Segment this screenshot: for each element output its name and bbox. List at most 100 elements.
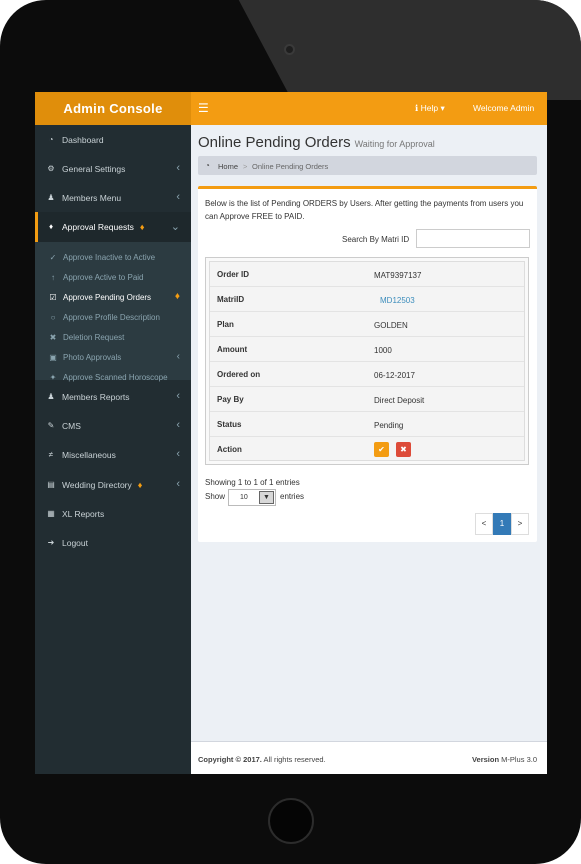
sidebar-item-label: Members Menu	[62, 193, 122, 203]
submenu-label: Approve Profile Description	[63, 313, 160, 322]
chevron-left-icon: ‹	[176, 162, 180, 174]
intro-text: Below is the list of Pending ORDERS by U…	[205, 199, 524, 221]
cogs-icon: ⚙	[47, 164, 55, 173]
times-icon: ✖	[49, 333, 57, 342]
submenu-approve-active-to-paid[interactable]: ↑ Approve Active to Paid	[35, 268, 191, 288]
sidebar-item-members-menu[interactable]: ♟ Members Menu ‹	[35, 183, 191, 212]
tablet-frame: Admin Console ☰ ℹ Help ▾ Welcome Admin ◔…	[0, 0, 581, 864]
submenu-label: Approve Inactive to Active	[63, 253, 156, 262]
file-excel-icon: ▦	[47, 509, 55, 518]
image-icon: ▣	[49, 353, 57, 362]
row-value: Direct Deposit	[374, 396, 425, 405]
notification-bell-icon: ♦	[174, 291, 180, 302]
main-content: Online Pending Orders Waiting for Approva…	[191, 125, 547, 741]
page-subtitle: Waiting for Approval	[354, 139, 435, 149]
sidebar-item-miscellaneous[interactable]: ≠ Miscellaneous ‹	[35, 440, 191, 469]
search-label: Search By Matri ID	[342, 235, 410, 244]
chevron-left-icon: ‹	[176, 448, 180, 460]
row-key: Amount	[217, 345, 248, 354]
order-detail-table: Order ID MAT9397137 MatriID MD12503 Plan…	[205, 257, 529, 465]
row-value: MAT9397137	[374, 271, 422, 280]
copyright-text: Copyright © 2017. All rights reserved.	[198, 755, 326, 764]
chevron-left-icon: ‹	[176, 351, 180, 362]
sidebar-item-approval-requests[interactable]: ♦ Approval Requests ♦ ⌄	[35, 212, 191, 242]
book-icon: ▤	[47, 480, 55, 489]
dashboard-icon: ◔	[205, 161, 210, 170]
caret-down-icon: ▾	[438, 103, 445, 113]
table-row: MatriID MD12503	[210, 287, 524, 312]
sidebar-item-label: Members Reports	[62, 392, 130, 402]
version-text: Version M-Plus 3.0	[472, 755, 537, 764]
admin-screen: Admin Console ☰ ℹ Help ▾ Welcome Admin ◔…	[35, 92, 547, 774]
orders-box: Below is the list of Pending ORDERS by U…	[198, 186, 537, 542]
pagination-page[interactable]: 1	[493, 513, 511, 535]
search-input[interactable]	[416, 229, 530, 248]
help-menu[interactable]: ℹ Help ▾	[415, 103, 445, 114]
help-label: Help	[420, 103, 439, 113]
app-logo[interactable]: Admin Console	[35, 92, 191, 125]
bars-icon[interactable]: ☰	[198, 101, 209, 115]
page-size-value: 10	[240, 494, 248, 501]
entries-info: Showing 1 to 1 of 1 entries	[205, 478, 300, 487]
submenu-label: Deletion Request	[63, 333, 125, 342]
sidebar-item-label-wrap: Wedding Directory ♦	[62, 480, 142, 490]
copyright-rest: All rights reserved.	[261, 755, 326, 764]
matri-id-link[interactable]: MD12503	[380, 296, 415, 305]
chevron-left-icon: ‹	[176, 191, 180, 203]
table-row: Status Pending	[210, 412, 524, 437]
sidebar-item-dashboard[interactable]: ◔ Dashboard	[35, 125, 191, 154]
table-row: Order ID MAT9397137	[210, 262, 524, 287]
magic-icon: ✦	[49, 373, 57, 382]
submenu-approve-profile-description[interactable]: ○ Approve Profile Description	[35, 308, 191, 328]
sidebar-item-logout[interactable]: ➜ Logout	[35, 528, 191, 557]
camera-lens	[284, 44, 295, 55]
notification-bell-icon: ♦	[137, 480, 143, 490]
users-icon: ♟	[47, 193, 55, 202]
sidebar-item-members-reports[interactable]: ♟ Members Reports ‹	[35, 382, 191, 411]
page-size-select[interactable]: 10 ▼	[228, 489, 276, 506]
top-navbar: Admin Console ☰ ℹ Help ▾ Welcome Admin	[35, 92, 547, 125]
tablet-home-button[interactable]	[268, 798, 314, 844]
sidebar-item-cms[interactable]: ✎ CMS ‹	[35, 411, 191, 440]
submenu-photo-approvals[interactable]: ▣ Photo Approvals ‹	[35, 348, 191, 368]
page-title-text: Online Pending Orders	[198, 134, 351, 151]
sidebar-item-xl-reports[interactable]: ▦ XL Reports	[35, 499, 191, 528]
sidebar-item-label: Logout	[62, 538, 88, 548]
level-up-icon: ↑	[51, 273, 55, 282]
pagination-next[interactable]: >	[511, 513, 529, 535]
edit-icon: ✎	[47, 421, 55, 430]
sidebar-item-wedding-directory[interactable]: ▤ Wedding Directory ♦ ‹	[35, 470, 191, 499]
welcome-user[interactable]: Welcome Admin	[473, 103, 534, 113]
comment-icon: ○	[50, 313, 56, 322]
sidebar-item-general-settings[interactable]: ⚙ General Settings ‹	[35, 154, 191, 183]
version-value: M-Plus 3.0	[499, 755, 537, 764]
row-key: Pay By	[217, 395, 244, 404]
sidebar-item-label: Dashboard	[62, 135, 104, 145]
sidebar-item-label: Approval Requests	[62, 222, 134, 232]
version-label: Version	[471, 755, 500, 764]
sliders-icon: ≠	[48, 450, 54, 459]
sign-out-icon: ➜	[47, 538, 55, 547]
row-key: MatriID	[217, 295, 245, 304]
row-value: GOLDEN	[374, 321, 408, 330]
sidebar-item-label: General Settings	[62, 164, 126, 174]
breadcrumb: ◔ Home > Online Pending Orders	[198, 156, 537, 175]
chevron-down-icon: ⌄	[170, 221, 180, 233]
reject-button[interactable]: ✖	[396, 442, 411, 457]
footer: Copyright © 2017. All rights reserved. V…	[191, 741, 547, 774]
pagination-prev[interactable]: <	[475, 513, 493, 535]
row-value: 06-12-2017	[374, 371, 415, 380]
dashboard-icon: ◔	[48, 135, 54, 144]
submenu-deletion-request[interactable]: ✖ Deletion Request	[35, 328, 191, 348]
breadcrumb-home[interactable]: Home	[218, 162, 238, 171]
approve-button[interactable]: ✔	[374, 442, 389, 457]
submenu-approve-inactive-to-active[interactable]: ✓ Approve Inactive to Active	[35, 248, 191, 268]
bell-icon: ♦	[48, 222, 54, 231]
caret-down-icon[interactable]: ▼	[259, 491, 274, 504]
row-key: Plan	[217, 320, 234, 329]
row-key: Status	[217, 420, 242, 429]
submenu-approve-pending-orders[interactable]: ☑ Approve Pending Orders ♦	[35, 288, 191, 308]
table-row: Pay By Direct Deposit	[210, 387, 524, 412]
submenu-label: Approve Pending Orders	[63, 293, 152, 302]
row-value: Pending	[374, 421, 404, 430]
